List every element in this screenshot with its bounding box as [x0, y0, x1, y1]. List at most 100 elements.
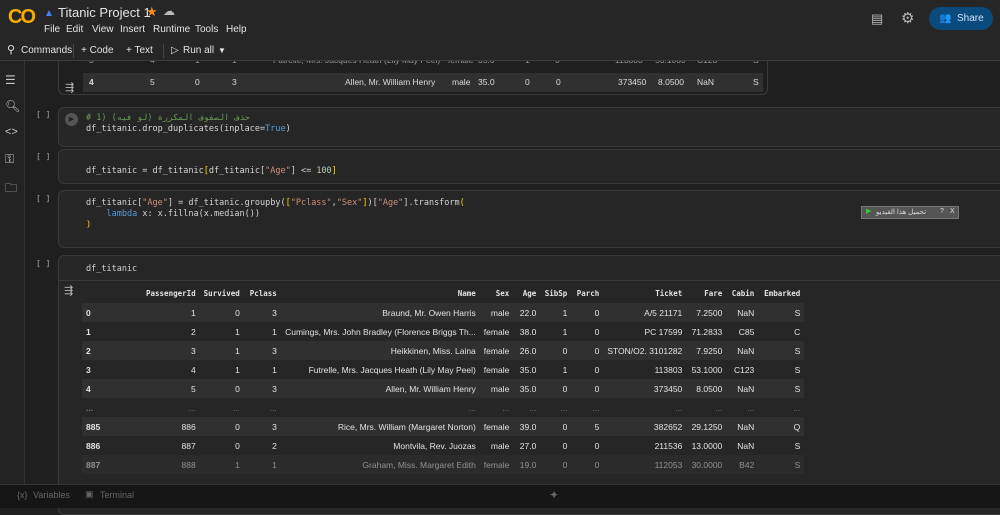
- code-editor[interactable]: # 1) حذف الصفوف المكررة (لو فيه) df_titan…: [86, 113, 291, 135]
- colab-logo[interactable]: CO: [8, 6, 36, 29]
- drive-icon: ▲: [44, 8, 54, 19]
- table-cell: 27.0: [513, 436, 541, 455]
- add-text-button[interactable]: + Text: [126, 45, 153, 56]
- menu-view[interactable]: View: [92, 24, 114, 35]
- add-code-button[interactable]: + Code: [81, 45, 114, 56]
- widget-label[interactable]: تحميل هذا الفيديو: [876, 208, 926, 216]
- table-cell: 5: [571, 417, 604, 436]
- left-sidebar: ☰ 🔍︎ <> ⚿ 🗀: [0, 61, 25, 484]
- table-cell: S: [758, 436, 805, 455]
- menu-help[interactable]: Help: [226, 24, 247, 35]
- table-cell: Q: [758, 417, 805, 436]
- menu-file[interactable]: File: [44, 24, 60, 35]
- cell: male: [452, 77, 471, 87]
- table-cell: ...: [726, 398, 759, 417]
- code-line: # 1) حذف الصفوف المكررة (لو فيه): [86, 113, 250, 123]
- table-cell: ...: [603, 398, 687, 417]
- cell: 3: [232, 77, 237, 87]
- run-cell-icon[interactable]: ▶: [65, 113, 78, 126]
- table-cell: 53.1000: [686, 360, 727, 379]
- table-cell: 19.0: [513, 455, 541, 474]
- code-cell-1[interactable]: ▶ # 1) حذف الصفوف المكررة (لو فيه) df_tit…: [58, 107, 1000, 147]
- code-snippets-icon[interactable]: <>: [5, 126, 18, 138]
- table-cell: 0: [199, 303, 244, 322]
- run-all-dropdown-icon[interactable]: ▼: [218, 46, 226, 55]
- menu-runtime[interactable]: Runtime: [153, 24, 190, 35]
- table-cell: 39.0: [513, 417, 541, 436]
- table-cell: ...: [243, 398, 281, 417]
- table-cell: 3: [243, 303, 281, 322]
- cloud-icon[interactable]: ☁: [163, 4, 175, 18]
- help-button[interactable]: ?: [940, 208, 944, 215]
- code-editor[interactable]: df_titanic["Age"] = df_titanic.groupby([…: [86, 198, 465, 231]
- search-icon: ⚲: [7, 44, 16, 56]
- row-index: 4: [82, 379, 142, 398]
- commands-button[interactable]: Commands: [21, 45, 72, 56]
- comments-icon[interactable]: ▤: [871, 11, 883, 27]
- star-icon[interactable]: ★: [146, 4, 158, 20]
- table-cell: Montvila, Rev. Juozas: [280, 436, 480, 455]
- table-cell: PC 17599: [603, 322, 687, 341]
- code-cell-2[interactable]: df_titanic = df_titanic[df_titanic["Age"…: [58, 149, 1000, 184]
- output-toggle-icon[interactable]: ⇶: [64, 284, 73, 297]
- play-icon: ▶: [866, 208, 872, 215]
- table-cell: 2: [142, 322, 200, 341]
- table-cell: ...: [199, 398, 244, 417]
- dataframe-table: PassengerId Survived Pclass Name Sex Age SibSp…: [82, 284, 805, 474]
- table-cell: 1: [199, 341, 244, 360]
- column-header: SibSp: [544, 289, 568, 298]
- close-button[interactable]: X: [950, 208, 955, 215]
- table-cell: 1: [142, 303, 200, 322]
- find-icon[interactable]: 🔍︎: [5, 99, 20, 113]
- table-cell: Futrelle, Mrs. Jacques Heath (Lily May P…: [280, 360, 480, 379]
- code-line: df_titanic["Age"] = df_titanic.groupby([…: [86, 198, 465, 208]
- terminal-button[interactable]: Terminal: [100, 490, 134, 500]
- cell: 3: [89, 61, 94, 65]
- code-line: df_titanic: [86, 264, 138, 274]
- code-cell-3[interactable]: df_titanic["Age"] = df_titanic.groupby([…: [58, 190, 1000, 248]
- files-folder-icon[interactable]: 🗀: [5, 179, 17, 200]
- table-cell: 3: [142, 341, 200, 360]
- notebook-title[interactable]: Titanic Project 1: [58, 5, 151, 20]
- table-cell: NaN: [726, 417, 759, 436]
- share-button[interactable]: 👥 Share: [929, 7, 993, 30]
- code-editor[interactable]: df_titanic: [86, 264, 137, 275]
- code-editor[interactable]: df_titanic = df_titanic[df_titanic["Age"…: [86, 166, 337, 177]
- menu-tools[interactable]: Tools: [195, 24, 218, 35]
- cell-execution-count: [ ]: [36, 110, 51, 119]
- run-all-button[interactable]: Run all: [183, 45, 214, 56]
- table-cell: 888: [142, 455, 200, 474]
- menu-edit[interactable]: Edit: [66, 24, 83, 35]
- cell: 0: [556, 77, 561, 87]
- table-cell: 0: [540, 341, 572, 360]
- table-row: 885 886 0 3 Rice, Mrs. William (Margaret Nor…: [82, 417, 805, 436]
- table-cell: 29.1250: [686, 417, 727, 436]
- table-of-contents-icon[interactable]: ☰: [5, 73, 16, 87]
- settings-gear-icon[interactable]: ⚙: [901, 9, 914, 27]
- menu-insert[interactable]: Insert: [120, 24, 145, 35]
- cell: 8.0500: [658, 77, 684, 87]
- table-cell: Heikkinen, Miss. Laina: [280, 341, 480, 360]
- cell: 4: [89, 77, 94, 87]
- column-header: Survived: [203, 289, 240, 298]
- secrets-key-icon[interactable]: ⚿: [5, 152, 14, 167]
- floating-download-widget[interactable]: ▶ تحميل هذا الفيديو ? X: [861, 206, 959, 219]
- table-cell: NaN: [726, 379, 759, 398]
- cell: 0: [525, 77, 530, 87]
- table-cell: 71.2833: [686, 322, 727, 341]
- table-cell: 886: [142, 417, 200, 436]
- table-row-4: 4 5 0 3 Allen, Mr. William Henry male 35…: [83, 73, 763, 92]
- table-cell: 0: [571, 303, 604, 322]
- gemini-sparkle-icon[interactable]: ✦: [549, 488, 559, 502]
- output-toggle-icon[interactable]: ⇶: [65, 81, 74, 94]
- table-cell: 0: [571, 360, 604, 379]
- table-cell: 113803: [603, 360, 687, 379]
- variables-icon: {x}: [17, 490, 28, 500]
- divider: [58, 280, 1000, 281]
- cell: 0: [195, 77, 200, 87]
- table-cell: 0: [571, 322, 604, 341]
- table-cell: 5: [142, 379, 200, 398]
- cell: 35.0: [478, 77, 495, 87]
- variables-button[interactable]: Variables: [33, 490, 70, 500]
- table-cell: 26.0: [513, 341, 541, 360]
